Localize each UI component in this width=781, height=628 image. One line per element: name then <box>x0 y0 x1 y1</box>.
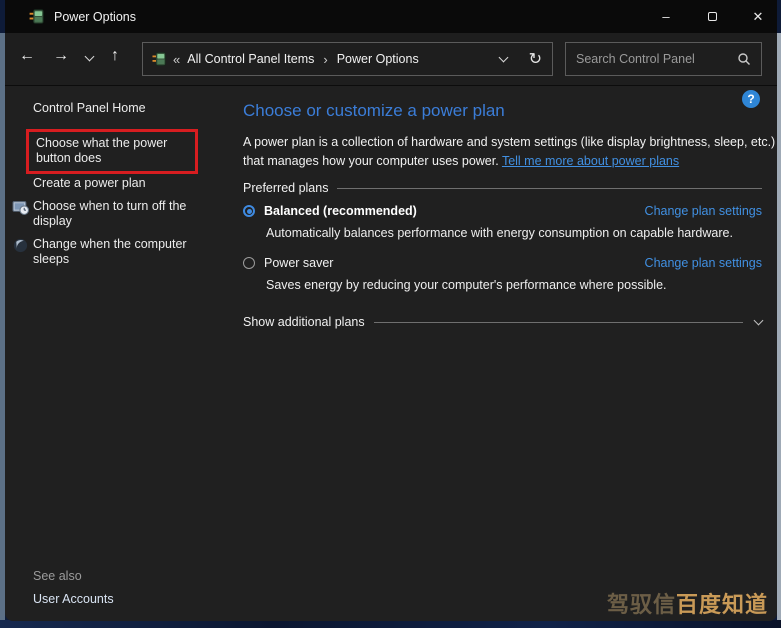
minimize-button[interactable]: – <box>643 0 689 33</box>
search-icon[interactable] <box>737 52 751 66</box>
up-icon[interactable]: ↑ <box>111 47 119 65</box>
refresh-icon[interactable]: ↻ <box>529 49 542 69</box>
balanced-radio[interactable] <box>243 205 255 217</box>
plan-description: Saves energy by reducing your computer's… <box>266 278 667 292</box>
plan-name: Balanced (recommended) <box>264 204 417 218</box>
annotation-red-box: Choose what the power button does <box>26 129 198 174</box>
power-options-icon <box>152 52 166 66</box>
power-options-icon <box>29 9 44 24</box>
search-box[interactable]: Search Control Panel <box>565 42 762 76</box>
power-saver-radio[interactable] <box>243 257 255 269</box>
intro-paragraph: A power plan is a collection of hardware… <box>243 133 777 171</box>
plan-row-balanced: Balanced (recommended) Change plan setti… <box>243 204 762 218</box>
search-input[interactable]: Search Control Panel <box>576 52 737 66</box>
display-clock-icon <box>12 201 29 215</box>
watermark-brand: 百度知道 <box>675 592 768 617</box>
expand-chevron-icon[interactable] <box>753 315 764 325</box>
breadcrumb-power-options[interactable]: Power Options <box>337 52 419 66</box>
address-dropdown-chevron-icon[interactable] <box>498 52 509 63</box>
sidebar-item-create-power-plan[interactable]: Create a power plan <box>33 176 205 191</box>
sleep-sphere-icon <box>13 238 28 253</box>
tell-me-more-link[interactable]: Tell me more about power plans <box>502 154 679 168</box>
breadcrumb-all-control-panel-items[interactable]: All Control Panel Items <box>187 52 314 66</box>
expander-divider <box>373 321 743 323</box>
window-body: Control Panel Home Choose what the power… <box>5 87 777 621</box>
sidebar-item-user-accounts[interactable]: User Accounts <box>33 592 114 606</box>
back-icon[interactable]: ← <box>19 47 35 65</box>
section-divider <box>337 187 762 189</box>
preferred-plans-label: Preferred plans <box>243 181 329 195</box>
recent-pages-chevron-icon[interactable] <box>84 51 95 62</box>
screenshot-stage: Power Options – ✕ ← → ↑ « All Control Pa… <box>0 0 781 628</box>
watermark: 驾驭信百度知道 <box>607 587 768 619</box>
window-title: Power Options <box>54 9 136 24</box>
change-plan-settings-link-power-saver[interactable]: Change plan settings <box>645 256 762 270</box>
plan-description: Automatically balances performance with … <box>266 226 733 240</box>
forward-icon[interactable]: → <box>53 47 69 65</box>
watermark-prefix: 驾驭信 <box>606 592 676 617</box>
page-title: Choose or customize a power plan <box>243 101 505 120</box>
navigation-bar: ← → ↑ « All Control Panel Items › Power … <box>5 33 777 86</box>
plan-row-power-saver: Power saver Change plan settings <box>243 256 762 270</box>
power-options-window: Power Options – ✕ ← → ↑ « All Control Pa… <box>5 0 777 621</box>
maximize-button[interactable] <box>689 0 735 33</box>
change-plan-settings-link-balanced[interactable]: Change plan settings <box>645 204 762 218</box>
sidebar: Control Panel Home Choose what the power… <box>5 87 239 621</box>
plan-name: Power saver <box>264 256 334 270</box>
help-icon[interactable]: ? <box>742 90 760 108</box>
breadcrumb-separator-icon: › <box>323 51 328 67</box>
sidebar-item-control-panel-home[interactable]: Control Panel Home <box>33 101 146 115</box>
sidebar-item-computer-sleeps[interactable]: Change when the computer sleeps <box>33 237 205 267</box>
show-additional-plans-expander[interactable]: Show additional plans <box>243 315 764 329</box>
main-content: ? Choose or customize a power plan A pow… <box>243 87 775 621</box>
maximize-icon <box>707 12 717 21</box>
breadcrumb-overflow-icon[interactable]: « <box>173 52 180 67</box>
sidebar-item-turn-off-display[interactable]: Choose when to turn off the display <box>33 199 205 229</box>
address-bar[interactable]: « All Control Panel Items › Power Option… <box>142 42 553 76</box>
preferred-plans-section: Preferred plans <box>243 181 762 195</box>
close-button[interactable]: ✕ <box>735 0 777 33</box>
sidebar-item-power-button[interactable]: Choose what the power button does <box>36 136 193 166</box>
show-additional-plans-label: Show additional plans <box>243 315 365 329</box>
see-also-label: See also <box>33 569 82 583</box>
desktop-edge-bottom <box>0 620 781 628</box>
desktop-edge-right <box>777 33 781 621</box>
title-bar: Power Options – ✕ <box>5 0 777 33</box>
